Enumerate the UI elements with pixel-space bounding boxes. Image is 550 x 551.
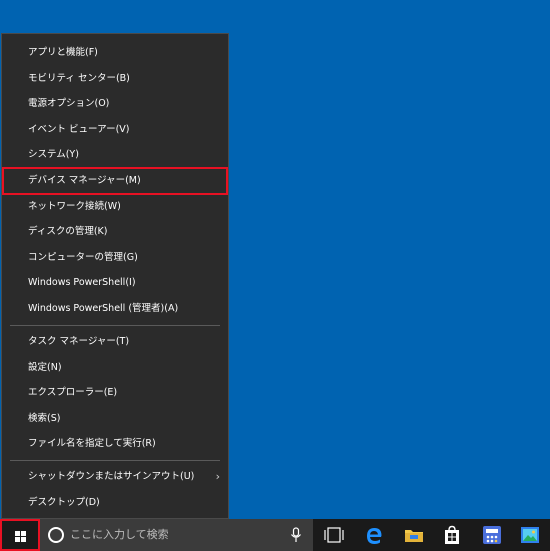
menu-item-powershell-admin[interactable]: Windows PowerShell (管理者)(A) (2, 296, 228, 321)
photos-app-icon[interactable] (518, 523, 542, 547)
store-icon[interactable] (440, 523, 464, 547)
menu-item-event-viewer[interactable]: イベント ビューアー(V) (2, 117, 228, 142)
menu-item-network-connections[interactable]: ネットワーク接続(W) (2, 194, 228, 219)
calculator-app-icon[interactable] (480, 523, 504, 547)
menu-item-power-options[interactable]: 電源オプション(O) (2, 91, 228, 116)
menu-item-apps-features[interactable]: アプリと機能(F) (2, 40, 228, 65)
menu-item-settings[interactable]: 設定(N) (2, 355, 228, 380)
menu-item-label: モビリティ センター(B) (28, 73, 130, 84)
menu-item-search[interactable]: 検索(S) (2, 406, 228, 431)
menu-item-label: エクスプローラー(E) (28, 387, 118, 398)
chevron-right-icon: › (215, 470, 220, 483)
menu-item-system[interactable]: システム(Y) (2, 142, 228, 167)
menu-item-label: ネットワーク接続(W) (28, 201, 121, 212)
edge-browser-icon[interactable] (362, 523, 386, 547)
menu-item-shutdown-signout[interactable]: シャットダウンまたはサインアウト(U) › (2, 464, 228, 489)
menu-item-mobility-center[interactable]: モビリティ センター(B) (2, 66, 228, 91)
quick-link-menu: アプリと機能(F) モビリティ センター(B) 電源オプション(O) イベント … (1, 33, 229, 519)
menu-item-label: 設定(N) (28, 362, 62, 373)
menu-item-label: シャットダウンまたはサインアウト(U) (28, 471, 195, 482)
menu-separator (10, 325, 220, 326)
menu-item-explorer[interactable]: エクスプローラー(E) (2, 380, 228, 405)
menu-item-task-manager[interactable]: タスク マネージャー(T) (2, 329, 228, 354)
menu-item-disk-management[interactable]: ディスクの管理(K) (2, 219, 228, 244)
menu-item-label: 検索(S) (28, 413, 61, 424)
task-view-icon[interactable] (322, 523, 346, 547)
taskbar-search-box[interactable]: ここに入力して検索 (40, 519, 313, 551)
menu-item-label: 電源オプション(O) (28, 98, 110, 109)
menu-item-label: タスク マネージャー(T) (28, 336, 130, 347)
microphone-icon[interactable] (290, 527, 302, 543)
menu-separator (10, 460, 220, 461)
menu-item-desktop[interactable]: デスクトップ(D) (2, 490, 228, 515)
menu-item-label: コンピューターの管理(G) (28, 252, 138, 263)
menu-item-powershell[interactable]: Windows PowerShell(I) (2, 270, 228, 295)
taskbar: ここに入力して検索 (0, 519, 550, 551)
cortana-icon (48, 527, 64, 543)
menu-item-label: Windows PowerShell(I) (28, 277, 136, 288)
start-button[interactable] (0, 519, 40, 551)
search-placeholder: ここに入力して検索 (70, 528, 169, 541)
menu-item-label: イベント ビューアー(V) (28, 124, 130, 135)
menu-item-label: Windows PowerShell (管理者)(A) (28, 303, 179, 314)
file-explorer-icon[interactable] (402, 523, 426, 547)
menu-item-label: システム(Y) (28, 149, 79, 160)
menu-item-label: ディスクの管理(K) (28, 226, 108, 237)
menu-item-label: アプリと機能(F) (28, 47, 98, 58)
windows-logo-icon (15, 531, 27, 543)
menu-item-label: デスクトップ(D) (28, 497, 100, 508)
menu-item-computer-management[interactable]: コンピューターの管理(G) (2, 245, 228, 270)
device-manager-highlight-box (2, 167, 228, 195)
menu-item-label: ファイル名を指定して実行(R) (28, 438, 156, 449)
menu-item-run[interactable]: ファイル名を指定して実行(R) (2, 431, 228, 456)
